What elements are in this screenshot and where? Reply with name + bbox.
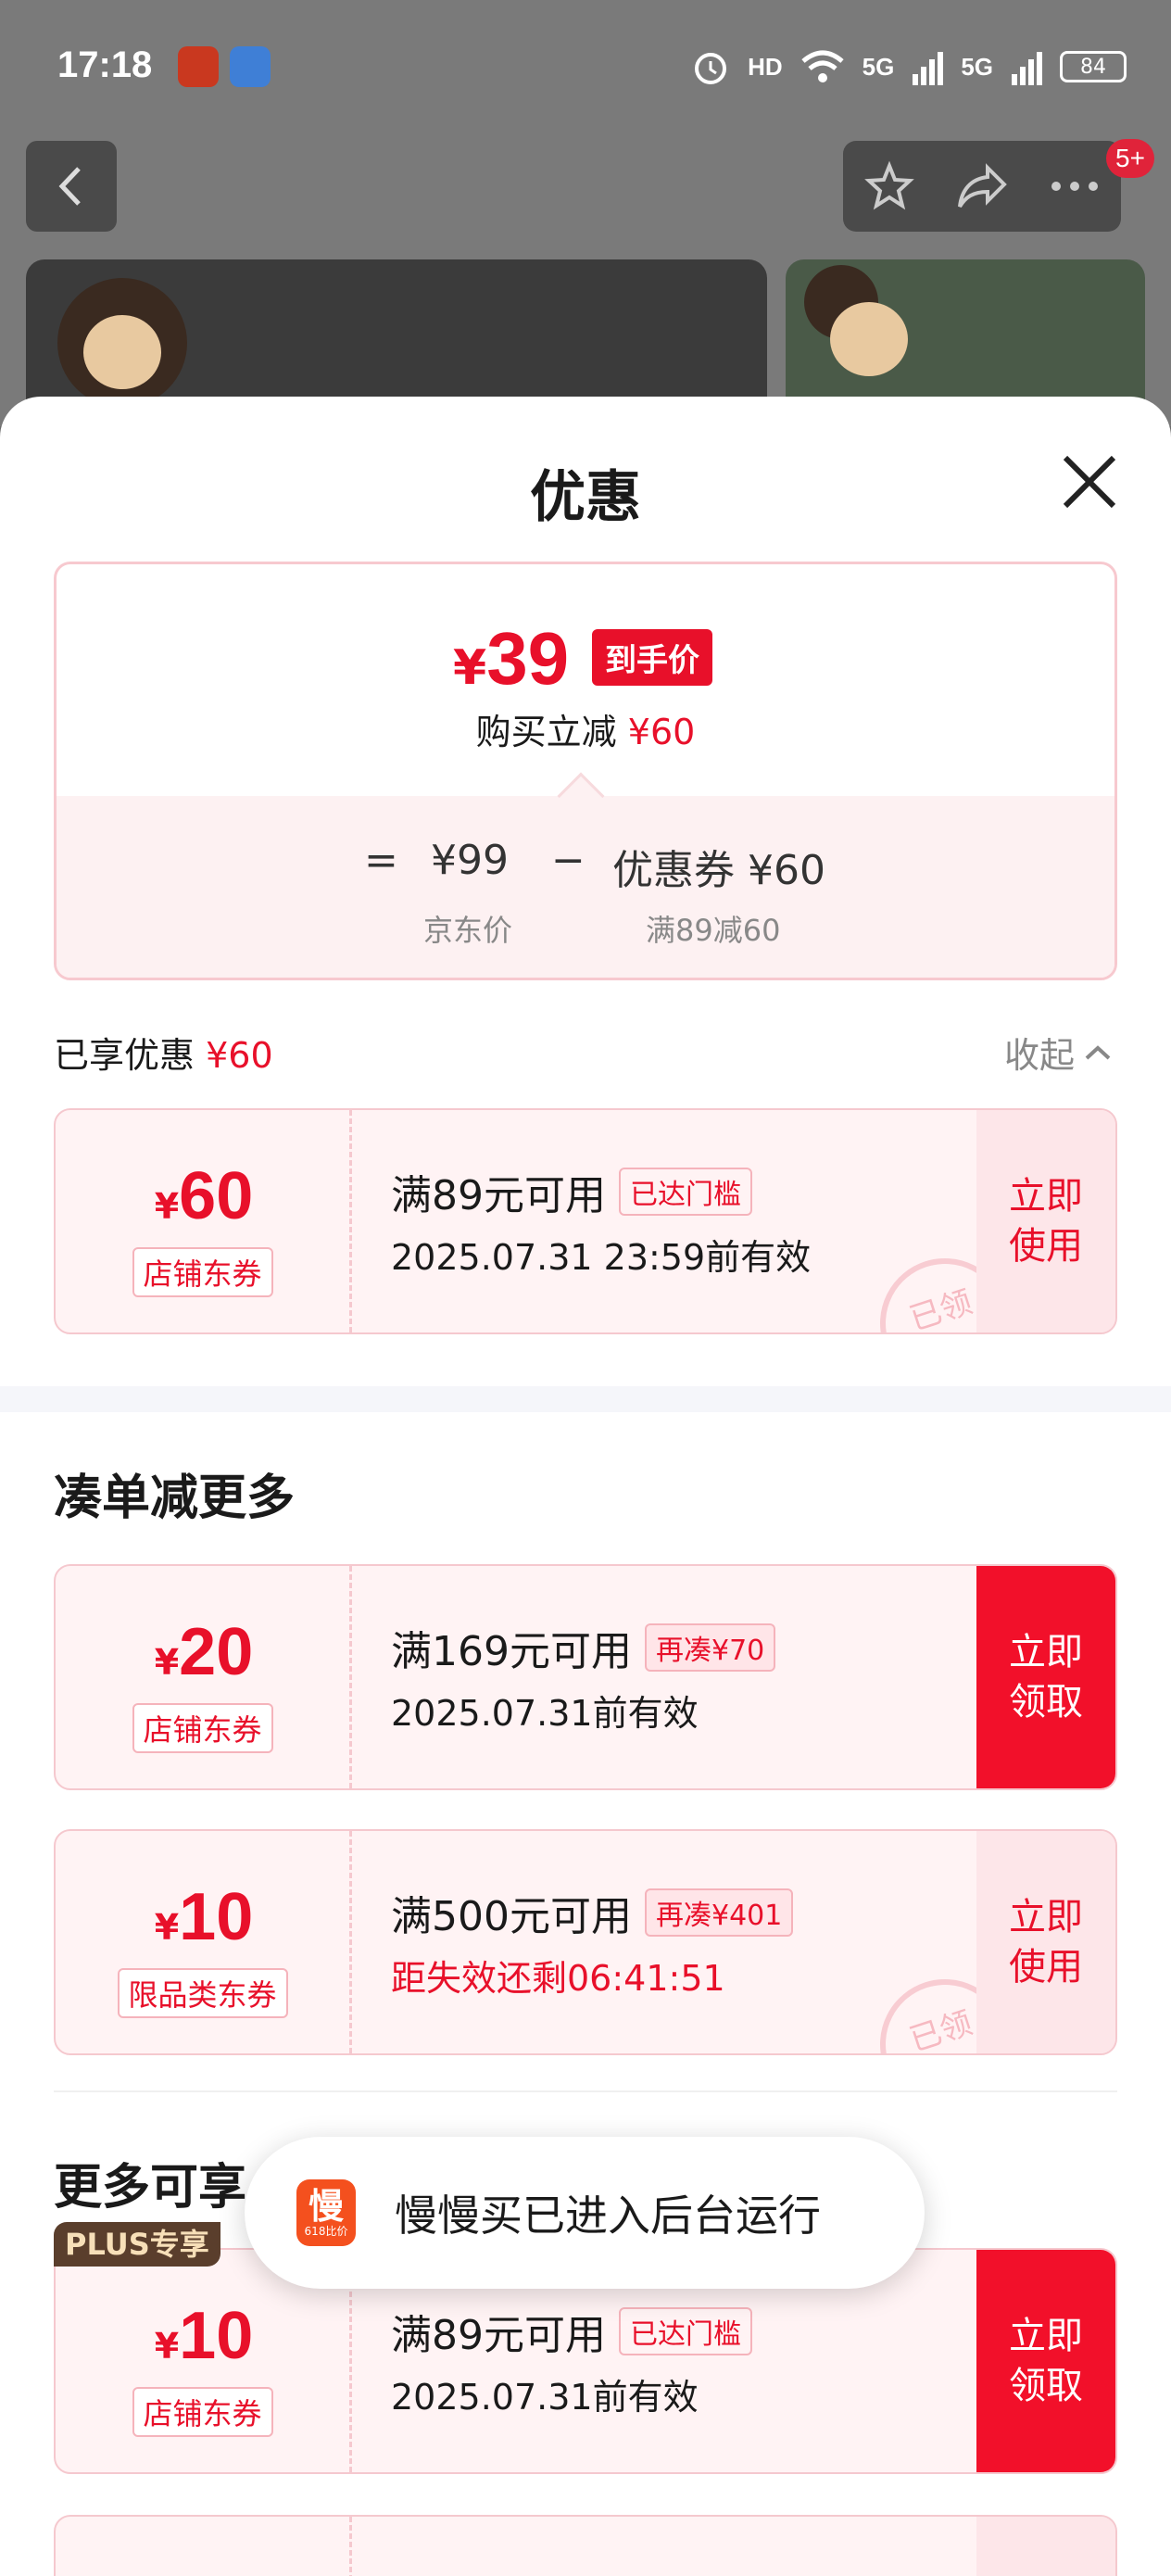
coupon-condition: 满89元可用 已达门槛	[391, 1162, 752, 1221]
section-title-more-savings: 凑单减更多	[54, 1471, 296, 1526]
claim-now-button[interactable]: 立即 领取	[976, 2250, 1115, 2472]
message-count-badge: 5+	[1106, 139, 1154, 178]
more-button[interactable]	[1038, 149, 1112, 223]
app-notification-icon	[230, 46, 271, 87]
coupon-status-tag: 再凑¥401	[644, 1888, 794, 1937]
coupon-amount: ¥60	[154, 1159, 254, 1233]
product-page-background: 17:18 HD 5G 5G 84 5+	[0, 0, 1171, 426]
coupon-validity: 2025.07.31前有效	[391, 1693, 699, 1734]
toast-message: 慢慢买已进入后台运行	[395, 2191, 821, 2241]
background-run-toast: 慢 618比价 慢慢买已进入后台运行	[245, 2137, 925, 2289]
coupon-amount: ¥20	[154, 1615, 254, 1689]
section-separator	[0, 1386, 1171, 1412]
section-title-more-available: 更多可享	[54, 2160, 247, 2216]
coupon-type: 店铺东券	[132, 1703, 273, 1753]
price-summary-card: ¥ 39 到手价 购买立减 ¥60 = ¥99 − 优惠券 ¥60 京东价 满8…	[54, 562, 1117, 980]
close-button[interactable]	[1056, 448, 1123, 515]
direct-discount: 购买立减 ¥60	[475, 712, 696, 752]
coupon-amount: ¥10	[154, 1880, 254, 1954]
star-icon	[864, 160, 914, 210]
coupon-type: 店铺东券	[132, 1247, 273, 1297]
network-type: 5G	[961, 52, 993, 81]
coupon-card: ¥60 店铺东券 满89元可用 已达门槛 2025.07.31 23:59前有效…	[54, 1108, 1117, 1334]
final-price-tag: 到手价	[592, 629, 712, 686]
share-icon	[958, 163, 1007, 208]
enjoyed-discount-header: 已享优惠 ¥60	[54, 1035, 273, 1076]
coupon-status-tag: 再凑¥70	[644, 1623, 776, 1672]
minus-sign: −	[551, 837, 586, 884]
coupon-validity: 2025.07.31 23:59前有效	[391, 1237, 812, 1278]
coupon-amount: ¥10	[154, 2299, 254, 2373]
share-button[interactable]	[945, 149, 1019, 223]
close-icon	[1063, 455, 1116, 509]
chevron-up-icon	[1085, 1044, 1111, 1059]
sheet-title: 优惠	[530, 465, 641, 530]
top-action-bar	[843, 141, 1121, 232]
coupon-condition: 满500元可用 再凑¥401	[391, 1883, 794, 1942]
claim-now-button[interactable]: 立即 领取	[976, 1566, 1115, 1788]
jd-price-caption: 京东价	[423, 913, 513, 948]
coupon-card: ¥20 店铺东券 满169元可用 再凑¥70 2025.07.31前有效 立即 …	[54, 1564, 1117, 1790]
wifi-icon	[800, 50, 844, 82]
more-icon	[1051, 182, 1098, 191]
coupon-action-button[interactable]	[976, 2517, 1115, 2576]
battery-icon: 84	[1060, 51, 1127, 82]
app-notification-icon	[178, 46, 219, 87]
brand-logo	[804, 265, 908, 376]
divider	[54, 2090, 1117, 2092]
signal-icon	[1012, 52, 1042, 85]
use-now-button[interactable]: 立即 使用	[976, 1110, 1115, 1332]
network-type: 5G	[862, 52, 895, 81]
signal-icon	[913, 52, 944, 85]
brand-logo	[57, 278, 187, 408]
jd-price: ¥99	[431, 837, 509, 884]
coupon-type: 限品类东券	[117, 1968, 288, 2018]
final-price: ¥ 39	[453, 617, 570, 700]
coupon-type: 店铺东券	[132, 2387, 273, 2437]
coupon-card: ¥10 限品类东券 满500元可用 再凑¥401 距失效还剩06:41:51 已…	[54, 1829, 1117, 2055]
equals-sign: =	[364, 837, 398, 884]
coupon-status-tag: 已达门槛	[619, 2307, 752, 2355]
hd-indicator: HD	[748, 52, 783, 81]
coupon-validity: 2025.07.31前有效	[391, 2377, 699, 2418]
coupon-condition: 满89元可用 已达门槛	[391, 2302, 752, 2361]
use-now-button[interactable]: 立即 使用	[976, 1831, 1115, 2053]
price-breakdown: = ¥99 − 优惠券 ¥60 京东价 满89减60	[57, 796, 1114, 978]
back-button[interactable]	[26, 141, 117, 232]
coupon-caption: 满89减60	[646, 913, 781, 948]
plus-exclusive-badge: PLUS专享	[54, 2222, 220, 2267]
favorite-button[interactable]	[852, 149, 926, 223]
status-bar: 17:18 HD 5G 5G 84	[0, 0, 1171, 139]
status-time: 17:18	[57, 44, 153, 85]
alarm-icon	[695, 53, 727, 84]
app-logo-icon: 慢 618比价	[296, 2179, 356, 2246]
coupon-deduction: 优惠券 ¥60	[612, 847, 825, 894]
coupon-countdown: 距失效还剩06:41:51	[391, 1958, 725, 1999]
collapse-toggle[interactable]: 收起	[1004, 1027, 1112, 1078]
back-arrow-icon	[58, 167, 81, 206]
coupon-card	[54, 2515, 1117, 2576]
coupon-condition: 满169元可用 再凑¥70	[391, 1618, 776, 1677]
coupon-status-tag: 已达门槛	[619, 1168, 752, 1216]
